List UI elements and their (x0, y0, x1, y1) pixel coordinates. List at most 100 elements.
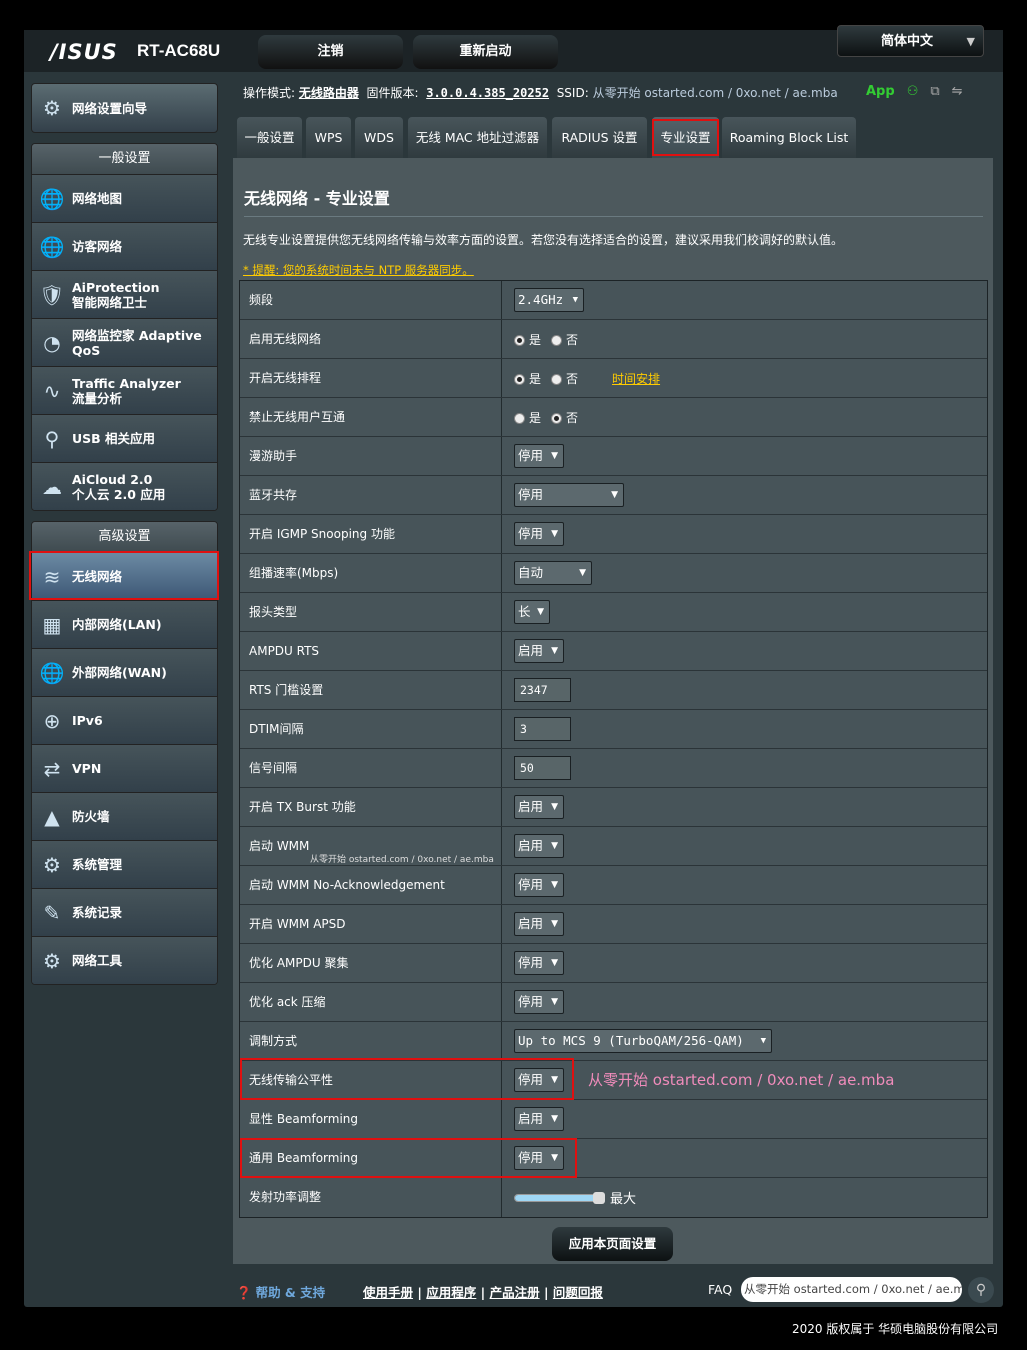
radio-no[interactable] (551, 412, 563, 424)
row-label: 启用无线网络 (240, 320, 502, 358)
tab-6[interactable]: Roaming Block List (722, 117, 856, 159)
select-dropdown[interactable]: 启用 ▼ (514, 795, 564, 819)
firmware-label: 固件版本: (366, 86, 419, 100)
settings-row: 优化 ack 压缩 停用 ▼ (240, 983, 987, 1022)
copy-icon[interactable]: ⧉ (930, 84, 939, 99)
footer-link[interactable]: 应用程序 (426, 1285, 476, 1300)
select-dropdown[interactable]: 停用 ▼ (514, 990, 564, 1014)
help-label: 帮助 & 支持 (255, 1285, 326, 1300)
apply-button[interactable]: 应用本页面设置 (552, 1227, 673, 1261)
row-value: Up to MCS 9 (TurboQAM/256-QAM) ▼ (502, 1022, 987, 1060)
chevron-down-icon: ▼ (551, 646, 558, 656)
language-select[interactable]: 简体中文 ▼ (837, 25, 984, 57)
select-dropdown[interactable]: 停用 ▼ (514, 483, 624, 507)
reboot-button[interactable]: 重新启动 (413, 35, 558, 69)
tools-icon: ⚙ (43, 948, 61, 973)
slider-handle[interactable] (593, 1191, 605, 1204)
select-value: 启用 (518, 838, 544, 853)
separator: | (413, 1285, 427, 1300)
sidebar-item-general-0[interactable]: 🌐 网络地图 (32, 174, 217, 222)
separator: | (539, 1285, 553, 1300)
annotation-text: 从零开始 ostarted.com / 0xo.net / ae.mba (588, 1071, 895, 1089)
footer-link[interactable]: 产品注册 (490, 1285, 540, 1300)
search-icon[interactable]: ⚲ (968, 1277, 994, 1303)
app-link[interactable]: App (866, 84, 895, 99)
tab-1[interactable]: WPS (306, 117, 351, 159)
radio-yes[interactable] (514, 373, 525, 385)
general-settings-heading: 一般设置 (32, 144, 217, 174)
sidebar-item-label: IPv6 (72, 713, 103, 728)
mode-link[interactable]: 无线路由器 (299, 86, 359, 100)
text-input[interactable]: 2347 (514, 678, 571, 702)
usb-status-icon[interactable]: ⇋ (952, 84, 963, 99)
tx-power-slider[interactable] (514, 1191, 605, 1204)
row-value: 停用 ▼ (502, 476, 987, 514)
select-dropdown[interactable]: 停用 ▼ (514, 444, 564, 468)
sidebar-item-wizard[interactable]: ⚙ 网络设置向导 (31, 83, 218, 133)
text-input[interactable]: 50 (514, 756, 571, 780)
help-support[interactable]: ❓ 帮助 & 支持 (236, 1282, 325, 1301)
sidebar-item-advanced-8[interactable]: ⚙ 网络工具 (32, 936, 217, 984)
tab-3[interactable]: 无线 MAC 地址过滤器 (408, 117, 547, 159)
select-dropdown[interactable]: 启用 ▼ (514, 912, 564, 936)
tab-0[interactable]: 一般设置 (237, 117, 302, 159)
sidebar-item-advanced-5[interactable]: ▲ 防火墙 (32, 792, 217, 840)
select-dropdown[interactable]: 启用 ▼ (514, 834, 564, 858)
radio-yes[interactable] (514, 412, 525, 424)
mode-label: 操作模式: (243, 86, 296, 100)
select-dropdown[interactable]: 2.4GHz ▼ (514, 288, 584, 312)
sidebar-item-advanced-3[interactable]: ⊕ IPv6 (32, 696, 217, 744)
footer-link[interactable]: 使用手册 (363, 1285, 413, 1300)
divider (244, 216, 983, 217)
sidebar-item-general-4[interactable]: ∿ Traffic Analyzer 流量分析 (32, 366, 217, 414)
sidebar-item-general-6[interactable]: ☁ AiCloud 2.0 个人云 2.0 应用 (32, 462, 217, 510)
tab-2[interactable]: WDS (355, 117, 403, 159)
text-input[interactable]: 3 (514, 717, 571, 741)
schedule-link[interactable]: 时间安排 (612, 370, 660, 387)
sidebar-item-general-2[interactable]: 🛡 AiProtection 智能网络卫士 (32, 270, 217, 318)
logout-button[interactable]: 注销 (258, 35, 403, 69)
sidebar-item-general-3[interactable]: ◔ 网络监控家 Adaptive QoS (32, 318, 217, 366)
select-dropdown[interactable]: 启用 ▼ (514, 1107, 564, 1131)
sidebar-item-advanced-1[interactable]: ▦ 内部网络(LAN) (32, 600, 217, 648)
gauge-icon: ◔ (43, 330, 61, 355)
sidebar-item-advanced-7[interactable]: ✎ 系统记录 (32, 888, 217, 936)
row-value: 启用 ▼ (502, 1100, 987, 1138)
chevron-down-icon: ▼ (760, 1036, 766, 1046)
tab-4[interactable]: RADIUS 设置 (552, 117, 647, 159)
ntp-warning-link[interactable]: * 提醒: 您的系统时间未与 NTP 服务器同步。 (243, 262, 474, 278)
radio-yes[interactable] (514, 334, 525, 346)
select-dropdown[interactable]: 停用 ▼ (514, 951, 564, 975)
wizard-icon: ⚙ (43, 96, 61, 120)
row-value: 长 ▼ (502, 593, 987, 631)
row-label: 频段 (240, 281, 502, 319)
firmware-link[interactable]: 3.0.0.4.385_20252 (426, 86, 549, 100)
sidebar-item-label: 网络工具 (72, 953, 123, 968)
select-dropdown[interactable]: 长 ▼ (514, 600, 550, 624)
select-dropdown[interactable]: 自动 ▼ (514, 561, 592, 585)
radio-no[interactable] (551, 373, 563, 385)
row-label: 显性 Beamforming (240, 1100, 502, 1138)
sidebar-item-general-5[interactable]: ⚲ USB 相关应用 (32, 414, 217, 462)
select-dropdown[interactable]: 启用 ▼ (514, 639, 564, 663)
select-dropdown[interactable]: Up to MCS 9 (TurboQAM/256-QAM) ▼ (514, 1029, 772, 1053)
sidebar-item-advanced-6[interactable]: ⚙ 系统管理 (32, 840, 217, 888)
select-dropdown[interactable]: 停用 ▼ (514, 873, 564, 897)
sidebar-item-advanced-2[interactable]: 🌐 外部网络(WAN) (32, 648, 217, 696)
copyright-text: 2020 版权属于 华硕电脑股份有限公司 (792, 1322, 999, 1336)
sidebar-item-label: 系统记录 (72, 905, 123, 920)
faq-search-input[interactable]: 从零开始 ostarted.com / 0xo.net / ae.mba (741, 1277, 962, 1302)
lan-icon: ▦ (42, 612, 62, 637)
sidebar-item-label: Traffic Analyzer 流量分析 (72, 375, 181, 406)
radio-no[interactable] (551, 334, 563, 346)
sidebar-item-label: 网络监控家 Adaptive QoS (72, 327, 202, 358)
firewall-icon: ▲ (44, 804, 60, 829)
settings-row: 禁止无线用户互通是否 (240, 398, 987, 437)
chevron-down-icon: ▼ (551, 880, 558, 890)
user-icon[interactable]: ⚇ (907, 84, 919, 99)
row-value: 2.4GHz ▼ (502, 281, 987, 319)
sidebar-item-advanced-4[interactable]: ⇄ VPN (32, 744, 217, 792)
sidebar-item-general-1[interactable]: 🌐 访客网络 (32, 222, 217, 270)
select-dropdown[interactable]: 停用 ▼ (514, 522, 564, 546)
footer-link[interactable]: 问题回报 (553, 1285, 603, 1300)
